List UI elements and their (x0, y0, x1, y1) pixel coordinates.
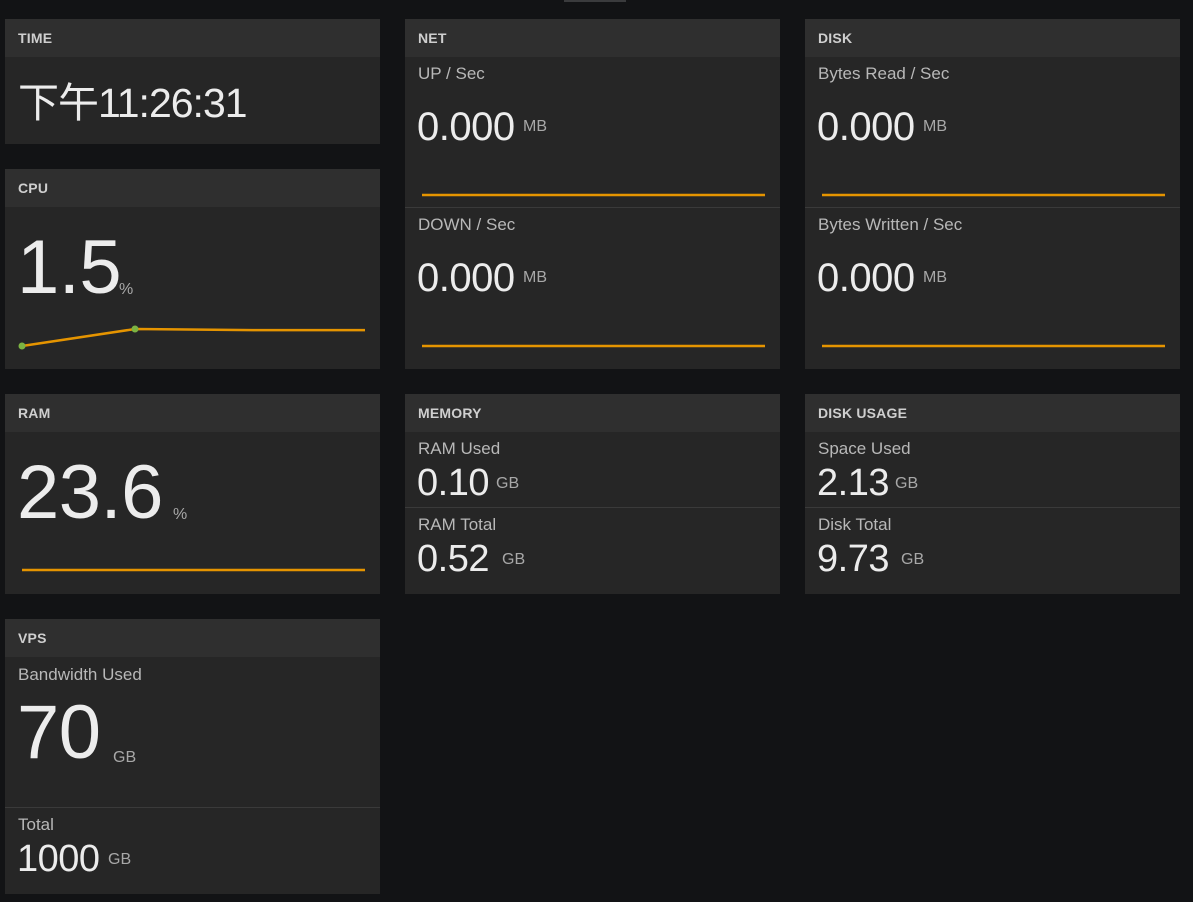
disk-space-used-value: 2.13 (817, 462, 889, 504)
disk-usage-panel-title: DISK USAGE (805, 394, 1180, 432)
ram-sparkline (22, 568, 365, 572)
disk-panel-title: DISK (805, 19, 1180, 57)
disk-read-sparkline (822, 193, 1165, 197)
cpu-sparkline-point (131, 325, 139, 333)
memory-panel: MEMORY RAM Used 0.10 GB RAM Total 0.52 G… (405, 394, 780, 594)
memory-used-label: RAM Used (418, 439, 501, 458)
disk-space-used-unit: GB (895, 475, 919, 492)
cpu-panel: CPU 1.5 % (5, 169, 380, 369)
disk-usage-panel: DISK USAGE Space Used 2.13 GB Disk Total… (805, 394, 1180, 594)
cpu-sparkline-point (18, 342, 26, 350)
vps-used-label: Bandwidth Used (18, 665, 142, 684)
ram-panel: RAM 23.6 % (5, 394, 380, 594)
memory-used-unit: GB (496, 475, 520, 492)
memory-total-label: RAM Total (418, 515, 497, 534)
net-down-sparkline (422, 344, 765, 348)
vps-panel-title: VPS (5, 619, 380, 657)
disk-total-unit: GB (901, 551, 925, 568)
vps-total-value: 1000 (17, 838, 100, 880)
vps-used-unit: GB (113, 749, 137, 766)
time-value: 下午11:26:31 (18, 80, 248, 126)
time-panel: TIME 下午11:26:31 (5, 19, 380, 144)
memory-total-unit: GB (502, 551, 526, 568)
vps-total-label: Total (18, 815, 54, 834)
top-indicator (564, 0, 626, 2)
vps-used-value: 70 (17, 690, 101, 775)
time-panel-title: TIME (5, 19, 380, 57)
memory-panel-title: MEMORY (405, 394, 780, 432)
cpu-sparkline (18, 325, 365, 350)
vps-total-unit: GB (108, 851, 132, 868)
net-panel-title: NET (405, 19, 780, 57)
disk-panel: DISK Bytes Read / Sec 0.000 MB Bytes Wri… (805, 19, 1180, 369)
net-up-sparkline (422, 193, 765, 197)
disk-write-sparkline (822, 344, 1165, 348)
disk-total-value: 9.73 (817, 538, 889, 580)
net-panel: NET UP / Sec 0.000 MB DOWN / Sec 0.000 M… (405, 19, 780, 369)
vps-panel: VPS Bandwidth Used 70 GB Total 1000 GB (5, 619, 380, 894)
disk-total-label: Disk Total (818, 515, 892, 534)
cpu-sparkline-line (21, 327, 365, 348)
memory-total-value: 0.52 (417, 538, 489, 580)
disk-space-used-label: Space Used (818, 439, 911, 458)
memory-used-value: 0.10 (417, 462, 489, 504)
